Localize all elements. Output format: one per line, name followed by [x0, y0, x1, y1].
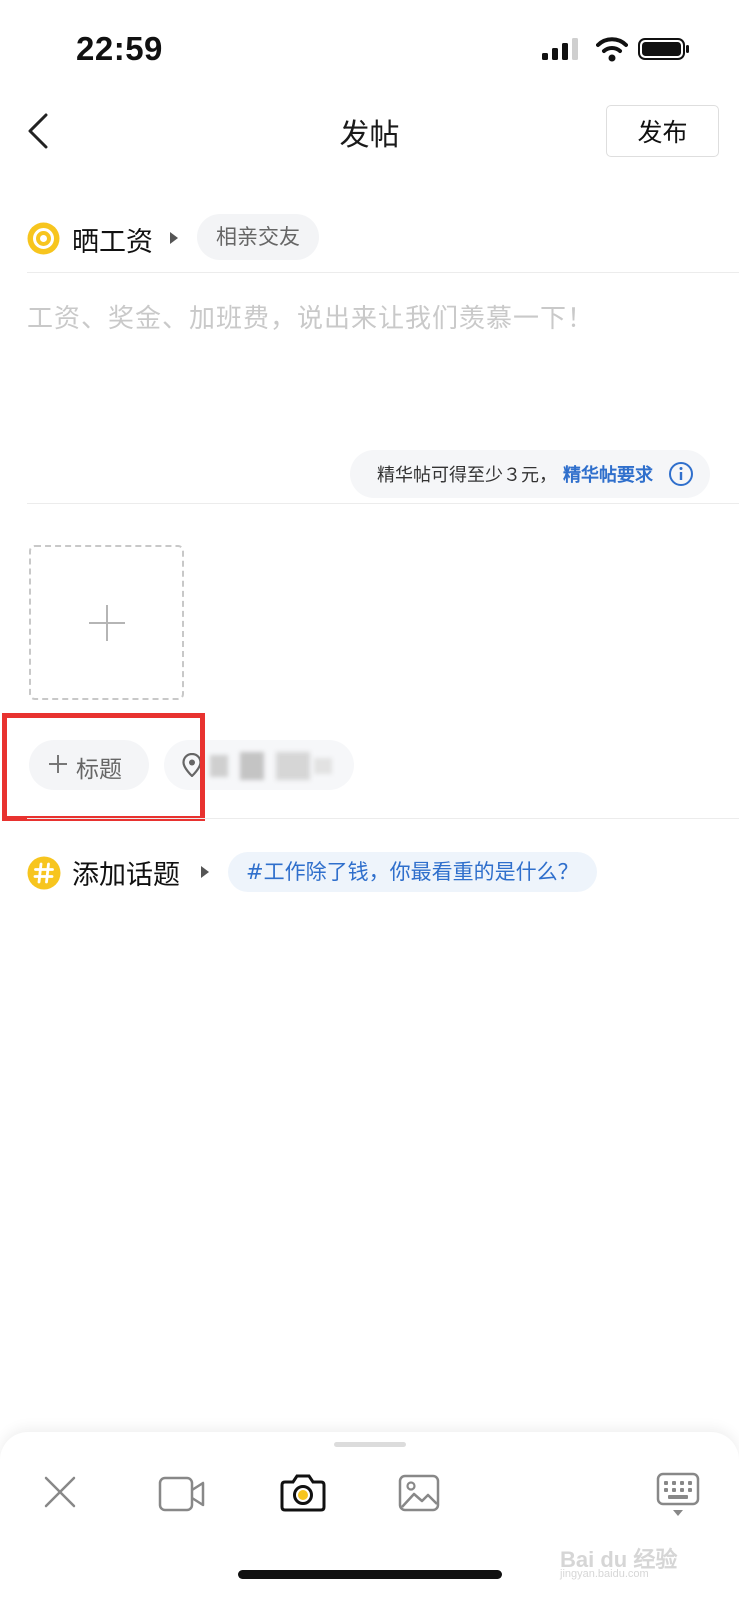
home-indicator [238, 1570, 502, 1579]
close-icon[interactable] [44, 1476, 76, 1508]
add-topic-label[interactable]: 添加话题 [72, 853, 180, 892]
topic-arrow-icon[interactable] [201, 866, 209, 878]
add-image-button[interactable] [29, 545, 184, 700]
baidu-watermark-url: jingyan.baidu.com [560, 1568, 649, 1580]
hashtag-icon [27, 856, 61, 890]
blurred-location-text [314, 758, 332, 774]
essence-requirements-link[interactable]: 精华帖要求 [563, 461, 653, 487]
battery-icon [638, 38, 689, 60]
post-body-input[interactable]: 工资、奖金、加班费，说出来让我们羡慕一下！ [27, 298, 594, 335]
plus-icon [89, 605, 125, 641]
image-icon[interactable] [398, 1474, 440, 1512]
salary-category-icon [27, 222, 60, 255]
divider [27, 503, 739, 504]
essence-tip: 精华帖可得至少３元， 精华帖要求 [350, 450, 710, 498]
category-label[interactable]: 晒工资 [72, 220, 153, 259]
video-icon[interactable] [158, 1476, 206, 1512]
blurred-location-text [210, 755, 228, 777]
keyboard-icon[interactable] [656, 1472, 700, 1518]
category-arrow-icon[interactable] [170, 232, 178, 244]
status-time: 22:59 [76, 30, 163, 67]
essence-tip-text: 精华帖可得至少３元， [377, 465, 557, 486]
divider [27, 272, 739, 273]
annotation-highlight-box [2, 713, 205, 821]
suggested-topic-chip[interactable]: #工作除了钱，你最看重的是什么？ [228, 852, 597, 892]
cellular-signal-icon [542, 38, 578, 60]
publish-button[interactable]: 发布 [606, 105, 719, 157]
blurred-location-text [276, 752, 310, 780]
info-icon[interactable] [668, 461, 694, 487]
divider [27, 818, 739, 819]
camera-icon[interactable] [280, 1472, 326, 1512]
drag-handle[interactable] [334, 1442, 406, 1447]
category-tag-chip[interactable]: 相亲交友 [197, 214, 319, 260]
blurred-location-text [240, 752, 264, 780]
wifi-icon [596, 37, 628, 62]
